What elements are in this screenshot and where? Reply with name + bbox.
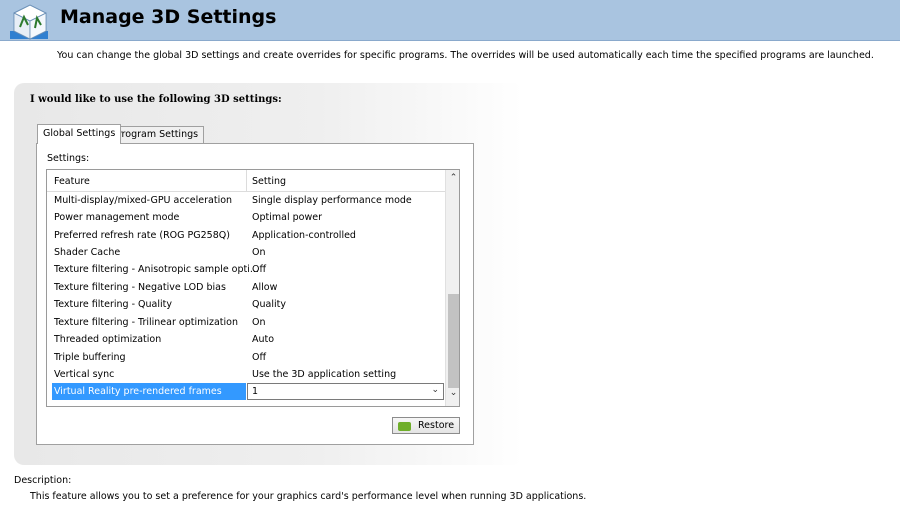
table-row[interactable]: Texture filtering - Trilinear optimizati… — [47, 314, 445, 331]
table-row[interactable]: Texture filtering - Anisotropic sample o… — [47, 261, 445, 278]
table-row[interactable]: Preferred refresh rate (ROG PG258Q) Appl… — [47, 227, 445, 244]
page-title: Manage 3D Settings — [60, 6, 277, 28]
scroll-down-icon[interactable]: ⌄ — [446, 388, 459, 404]
feature-cell: Texture filtering - Negative LOD bias — [54, 282, 226, 293]
table-row[interactable]: Power management mode Optimal power — [47, 209, 445, 226]
column-header-feature[interactable]: Feature — [54, 176, 90, 187]
feature-cell: Vertical sync — [54, 369, 115, 380]
scroll-thumb[interactable] — [448, 294, 459, 388]
header-bar: Manage 3D Settings — [0, 0, 900, 41]
nvidia-3d-cube-icon — [10, 4, 48, 40]
feature-cell: Threaded optimization — [54, 334, 162, 345]
setting-cell: Quality — [252, 299, 286, 310]
feature-cell: Power management mode — [54, 212, 180, 223]
feature-cell: Shader Cache — [54, 247, 121, 258]
setting-cell: On — [252, 317, 266, 328]
table-row[interactable]: Multi-display/mixed-GPU acceleration Sin… — [47, 192, 445, 209]
setting-cell: Auto — [252, 334, 275, 345]
setting-cell: Allow — [252, 282, 278, 293]
chevron-down-icon[interactable]: ⌄ — [431, 385, 439, 395]
table-row[interactable]: Texture filtering - Quality Quality — [47, 296, 445, 313]
vertical-scrollbar[interactable]: ⌃ ⌄ — [445, 170, 459, 406]
feature-cell: Texture filtering - Trilinear optimizati… — [54, 317, 239, 328]
table-row[interactable]: Triple buffering Off — [47, 349, 445, 366]
settings-grid: Feature Setting Multi-display/mixed-GPU … — [46, 169, 460, 407]
tab-global-settings[interactable]: Global Settings — [37, 124, 122, 144]
setting-cell: Off — [252, 352, 267, 363]
description-text: This feature allows you to set a prefere… — [30, 491, 587, 502]
intro-text: You can change the global 3D settings an… — [57, 50, 874, 61]
setting-cell: Application-controlled — [252, 230, 356, 241]
nvidia-logo-icon — [398, 422, 411, 431]
column-divider[interactable] — [246, 170, 247, 192]
feature-cell: Texture filtering - Quality — [54, 299, 172, 310]
table-row[interactable]: Texture filtering - Negative LOD bias Al… — [47, 279, 445, 296]
tab-program-settings[interactable]: Program Settings — [110, 126, 205, 143]
setting-cell: Optimal power — [252, 212, 322, 223]
setting-cell: Single display performance mode — [252, 195, 412, 206]
table-row[interactable]: Threaded optimization Auto — [47, 331, 445, 348]
setting-dropdown[interactable]: ⌄ — [247, 383, 444, 400]
panel-heading: I would like to use the following 3D set… — [30, 94, 282, 105]
setting-cell: Off — [252, 264, 267, 275]
feature-cell: Preferred refresh rate (ROG PG258Q) — [54, 230, 230, 241]
column-header-setting[interactable]: Setting — [252, 176, 286, 187]
settings-label: Settings: — [47, 153, 90, 164]
scroll-up-icon[interactable]: ⌃ — [446, 173, 459, 189]
setting-cell: On — [252, 247, 266, 258]
setting-cell: Use the 3D application setting — [252, 369, 397, 380]
setting-dropdown-value: 1 — [252, 386, 259, 397]
feature-cell: Texture filtering - Anisotropic sample o… — [54, 264, 259, 275]
feature-cell: Multi-display/mixed-GPU acceleration — [54, 195, 233, 206]
grid-header: Feature Setting — [47, 170, 445, 192]
restore-button-label: Restore — [418, 420, 455, 431]
table-row[interactable]: Vertical sync Use the 3D application set… — [47, 366, 445, 383]
feature-cell: Triple buffering — [54, 352, 126, 363]
feature-cell: Virtual Reality pre-rendered frames — [54, 386, 222, 397]
description-label: Description: — [14, 475, 72, 486]
table-row-selected[interactable]: Virtual Reality pre-rendered frames ⌄ 1 — [47, 383, 445, 400]
restore-button[interactable]: Restore — [392, 417, 460, 434]
table-row[interactable]: Shader Cache On — [47, 244, 445, 261]
